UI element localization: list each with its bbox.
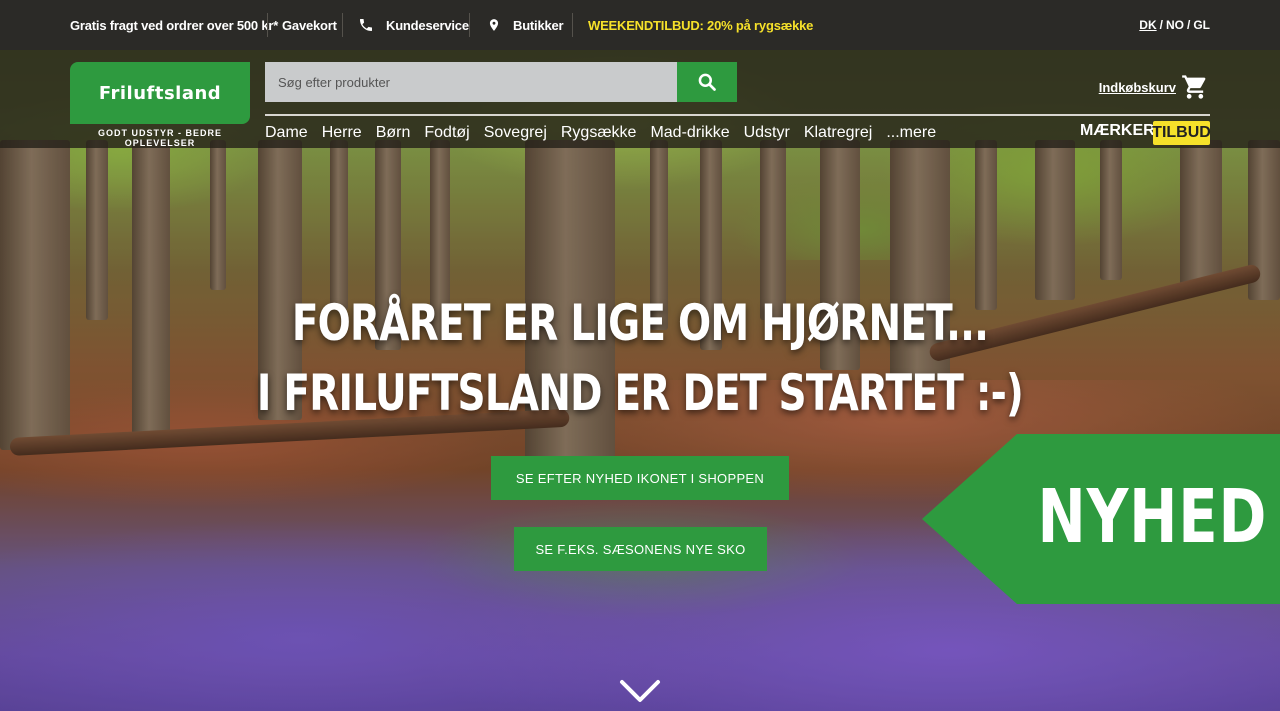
top-bar: Gratis fragt ved ordrer over 500 kr* Gav… [0,0,1280,50]
divider [572,13,573,37]
nav-item-mad-drikke[interactable]: Mad-drikke [650,124,729,142]
hero-headline: FORÅRET ER LIGE OM HJØRNET... I FRILUFTS… [141,288,1139,428]
cta-new-shoes-button[interactable]: SE F.EKS. SÆSONENS NYE SKO [514,527,767,571]
lang-no[interactable]: NO [1166,18,1184,32]
main-navigation: Dame Herre Børn Fodtøj Sovegrej Rygsække… [265,120,936,146]
language-switcher: DK / NO / GL [1139,0,1210,50]
logo-tagline: GODT UDSTYR - BEDRE OPLEVELSER [97,128,222,148]
nav-item-sovegrej[interactable]: Sovegrej [484,124,547,142]
cta-new-icon-button[interactable]: SE EFTER NYHED IKONET I SHOPPEN [491,456,789,500]
giftcard-link[interactable]: Gavekort [282,0,337,50]
header-divider [265,114,1210,116]
divider [342,13,343,37]
nav-item-klatregrej[interactable]: Klatregrej [804,124,872,142]
stores-link[interactable]: Butikker [487,0,564,50]
search-input[interactable] [265,62,677,102]
lang-gl[interactable]: GL [1193,18,1210,32]
location-pin-icon [489,19,499,31]
search-button[interactable] [677,62,737,102]
site-header: Friluftsland GODT UDSTYR - BEDRE OPLEVEL… [0,50,1280,148]
nav-item-fodtoej[interactable]: Fodtøj [424,124,469,142]
hero-headline-line-1: FORÅRET ER LIGE OM HJØRNET... [291,294,989,352]
lang-separator: / [1159,18,1163,32]
stores-label: Butikker [513,17,564,33]
divider [267,13,268,37]
nav-item-more[interactable]: ...mere [886,124,936,142]
logo-text: Friluftsland [98,82,222,104]
lang-dk[interactable]: DK [1139,18,1156,32]
cart-label: Indkøbskurv [1098,79,1176,95]
nav-item-herre[interactable]: Herre [322,124,362,142]
new-badge-text: NYHED [1037,474,1268,560]
lang-separator: / [1186,18,1191,32]
free-shipping-text: Gratis fragt ved ordrer over 500 kr* [70,17,279,33]
phone-icon [360,19,372,31]
nav-item-boern[interactable]: Børn [376,124,411,142]
brands-link[interactable]: MÆRKER [1080,122,1155,140]
nav-item-dame[interactable]: Dame [265,124,308,142]
nav-item-udstyr[interactable]: Udstyr [744,124,790,142]
customer-service-label: Kundeservice [386,17,469,33]
cart-icon [1182,75,1206,99]
cart-link[interactable]: Indkøbskurv [1099,72,1210,102]
nav-item-rygsaekke[interactable]: Rygsække [561,124,637,142]
promo-link[interactable]: WEEKENDTILBUD: 20% på rygsække [588,0,813,50]
deals-button[interactable]: TILBUD [1152,121,1211,145]
divider [469,13,470,37]
chevron-down-icon[interactable] [619,678,661,704]
customer-service-link[interactable]: Kundeservice [358,0,469,50]
logo[interactable]: Friluftsland [70,62,250,124]
hero-headline-line-2: I FRILUFTSLAND ER DET STARTET :-) [256,364,1024,422]
search-icon [698,73,716,91]
